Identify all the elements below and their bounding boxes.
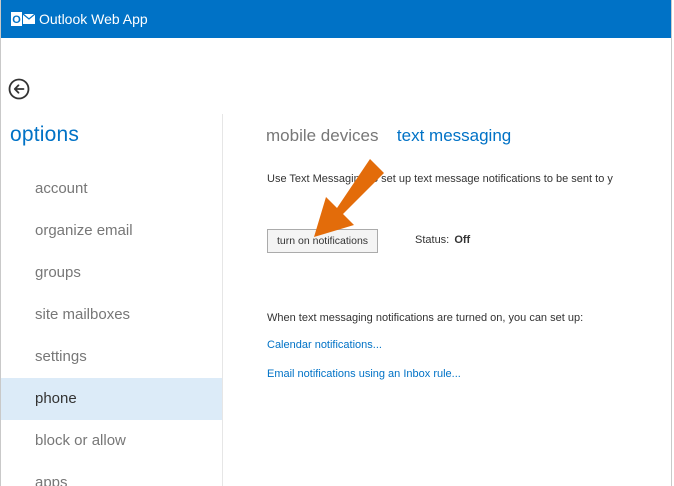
- status-value: Off: [454, 234, 471, 246]
- setup-intro-text: When text messaging notifications are tu…: [267, 312, 584, 324]
- options-nav: account organize email groups site mailb…: [1, 168, 222, 486]
- nav-item-phone[interactable]: phone: [1, 378, 222, 420]
- tab-text-messaging[interactable]: text messaging: [397, 126, 511, 145]
- tab-mobile-devices[interactable]: mobile devices: [266, 126, 378, 145]
- svg-text:O: O: [12, 14, 21, 26]
- calendar-notifications-link[interactable]: Calendar notifications...: [267, 339, 382, 351]
- phone-tabs: mobile devices text messaging: [266, 126, 525, 146]
- nav-item-block-or-allow[interactable]: block or allow: [1, 420, 222, 462]
- nav-item-site-mailboxes[interactable]: site mailboxes: [1, 294, 222, 336]
- nav-item-apps[interactable]: apps: [1, 462, 222, 486]
- sidebar-title: options: [10, 123, 80, 146]
- email-notifications-link[interactable]: Email notifications using an Inbox rule.…: [267, 368, 461, 380]
- nav-item-account[interactable]: account: [1, 168, 222, 210]
- app-title: Outlook Web App: [39, 11, 148, 27]
- owa-window: O Outlook Web App options account organi…: [0, 0, 672, 486]
- nav-item-settings[interactable]: settings: [1, 336, 222, 378]
- sidebar-divider: [222, 114, 223, 486]
- top-bar: O Outlook Web App: [1, 0, 671, 38]
- outlook-logo-icon: O: [11, 12, 35, 26]
- turn-on-notifications-button[interactable]: turn on notifications: [267, 229, 379, 253]
- nav-item-organize-email[interactable]: organize email: [1, 210, 222, 252]
- text-messaging-description: Use Text Messaging to set up text messag…: [267, 173, 613, 185]
- nav-item-groups[interactable]: groups: [1, 252, 222, 294]
- status-label: Status:: [415, 234, 450, 246]
- status-readout: Status: Off: [415, 234, 470, 246]
- back-arrow-circle-icon[interactable]: [8, 78, 30, 100]
